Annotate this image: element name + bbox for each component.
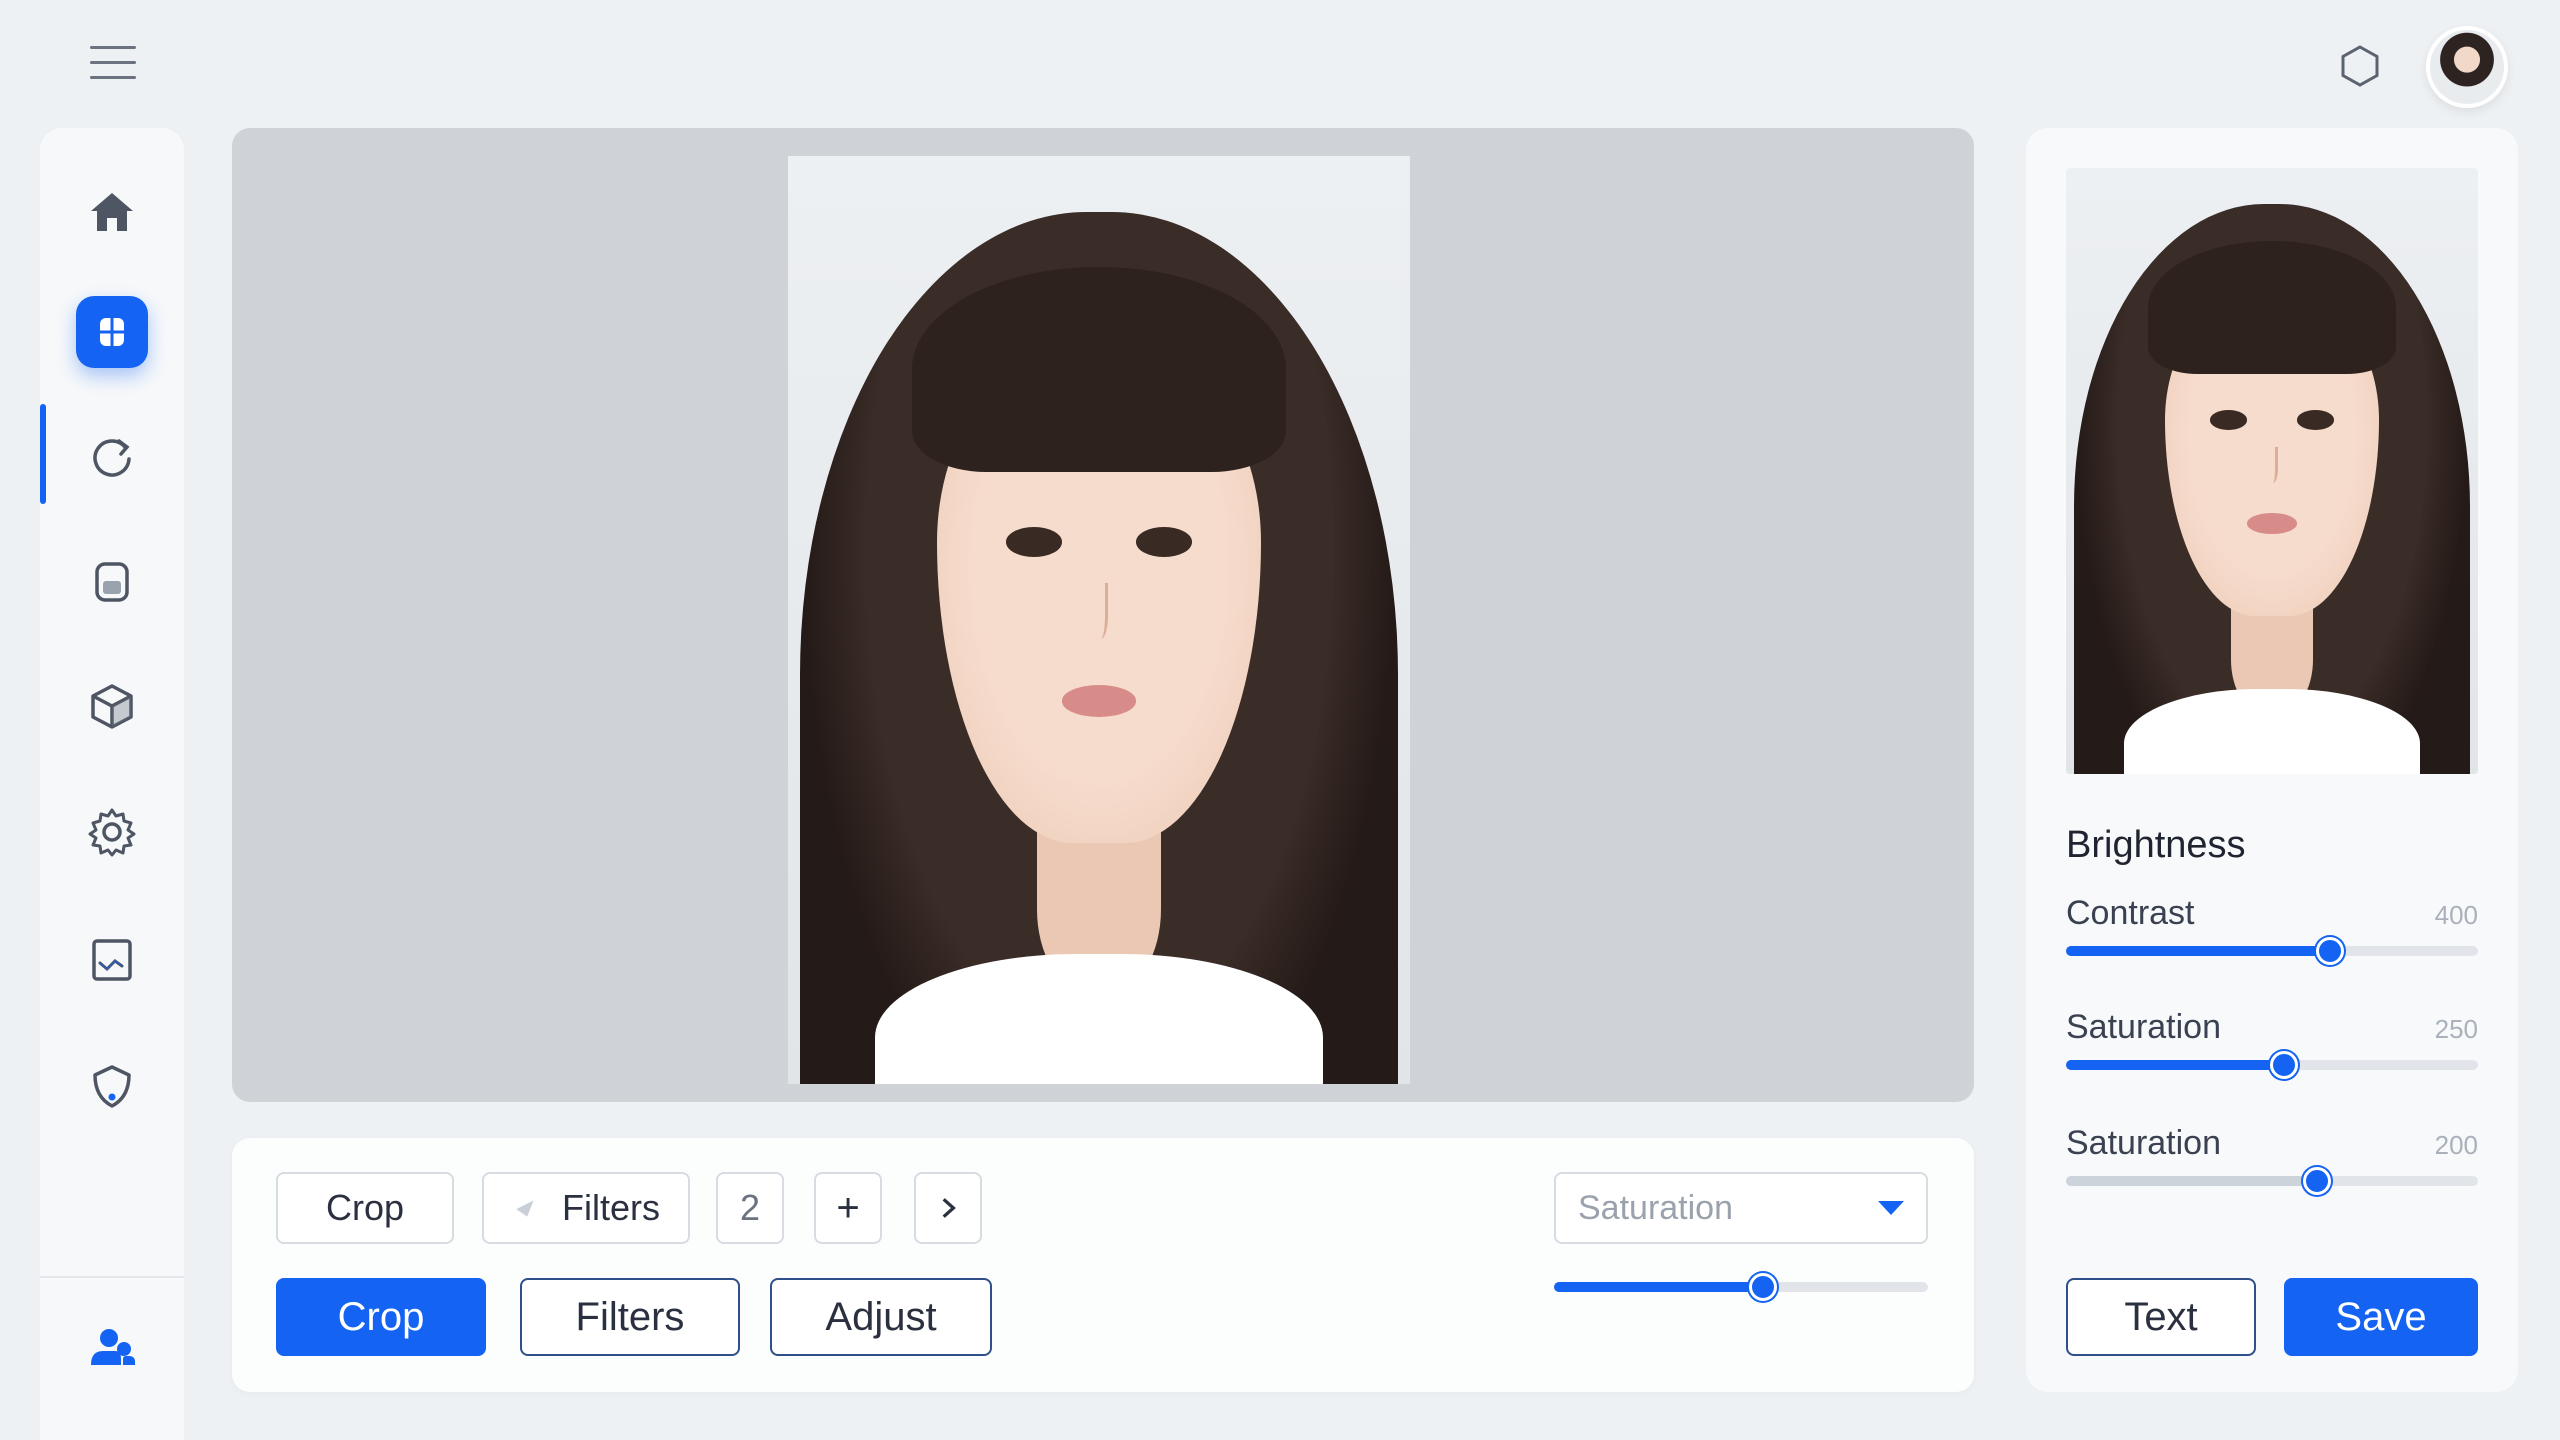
text-button[interactable]: Text	[2066, 1278, 2256, 1356]
preview-photo	[2066, 168, 2478, 774]
saturation-slider[interactable]	[2066, 1051, 2478, 1079]
sidebar-item-settings[interactable]	[76, 796, 148, 868]
refresh-icon	[93, 439, 131, 477]
main-photo	[788, 156, 1410, 1084]
contrast-slider[interactable]	[2066, 937, 2478, 965]
home-icon	[91, 193, 133, 231]
active-indicator	[40, 404, 46, 504]
hexagon-icon[interactable]	[2338, 44, 2382, 88]
sidebar-item-chart[interactable]	[76, 924, 148, 996]
sidebar	[40, 128, 184, 1440]
slider-thumb[interactable]	[2315, 937, 2344, 965]
adjustment-label: Saturation	[2066, 1124, 2221, 1162]
adjustment-label: Saturation	[2066, 1008, 2221, 1046]
slider-thumb[interactable]	[2303, 1167, 2332, 1195]
add-button[interactable]: +	[814, 1172, 882, 1244]
filters-button[interactable]: Filters	[520, 1278, 740, 1356]
caret-down-icon	[1878, 1201, 1904, 1215]
chevron-right-icon	[942, 1198, 956, 1218]
sidebar-item-apps[interactable]	[76, 296, 148, 368]
user-avatar[interactable]	[2426, 26, 2508, 108]
sidebar-item-shield[interactable]	[76, 1050, 148, 1122]
crop-button[interactable]: Crop	[276, 1278, 486, 1356]
edit-toolbar: Crop Filters 2 + Crop Filters Adjust Sat…	[232, 1138, 1974, 1392]
filters-tool-button[interactable]: Filters	[482, 1172, 690, 1244]
photo-editor-app: Crop Filters 2 + Crop Filters Adjust Sat…	[0, 0, 2560, 1440]
users-icon	[91, 1329, 135, 1365]
adjustment-slider[interactable]	[1554, 1273, 1928, 1301]
filters-tool-label: Filters	[562, 1187, 660, 1228]
adjustment-label: Contrast	[2066, 894, 2195, 932]
shield-icon	[93, 1065, 131, 1108]
adjustment-value: 200	[2434, 1130, 2478, 1160]
count-badge[interactable]: 2	[716, 1172, 784, 1244]
sidebar-item-users[interactable]	[76, 1312, 148, 1384]
crop-tool-button[interactable]: Crop	[276, 1172, 454, 1244]
apps-icon	[100, 318, 124, 346]
next-button[interactable]	[914, 1172, 982, 1244]
panel-title: Brightness	[2066, 824, 2246, 866]
preview-portrait-image	[2066, 168, 2478, 774]
adjust-button[interactable]: Adjust	[770, 1278, 992, 1356]
sidebar-item-cube[interactable]	[76, 670, 148, 742]
slider-thumb[interactable]	[2270, 1051, 2299, 1079]
adjustments-panel: Brightness Contrast 400 Saturation 250 S…	[2026, 128, 2518, 1392]
image-canvas[interactable]	[232, 128, 1974, 1102]
sidebar-item-refresh[interactable]	[76, 420, 148, 492]
adjustment-select-value: Saturation	[1578, 1188, 1733, 1227]
slider-thumb[interactable]	[1749, 1273, 1778, 1301]
adjustment-select[interactable]: Saturation	[1554, 1172, 1928, 1244]
sidebar-item-layers[interactable]	[76, 546, 148, 618]
adjustment-value: 250	[2434, 1014, 2478, 1044]
sidebar-divider	[40, 1276, 184, 1278]
menu-icon[interactable]	[90, 46, 136, 82]
adjustment-value: 400	[2434, 900, 2478, 930]
save-button[interactable]: Save	[2284, 1278, 2478, 1356]
saturation-slider-2[interactable]	[2066, 1167, 2478, 1195]
cube-icon	[91, 684, 133, 729]
portrait-image	[788, 156, 1410, 1084]
sidebar-item-home[interactable]	[76, 176, 148, 248]
settings-icon	[88, 808, 136, 857]
chart-icon	[92, 939, 132, 981]
layers-icon	[95, 562, 129, 602]
wand-icon	[512, 1195, 538, 1221]
